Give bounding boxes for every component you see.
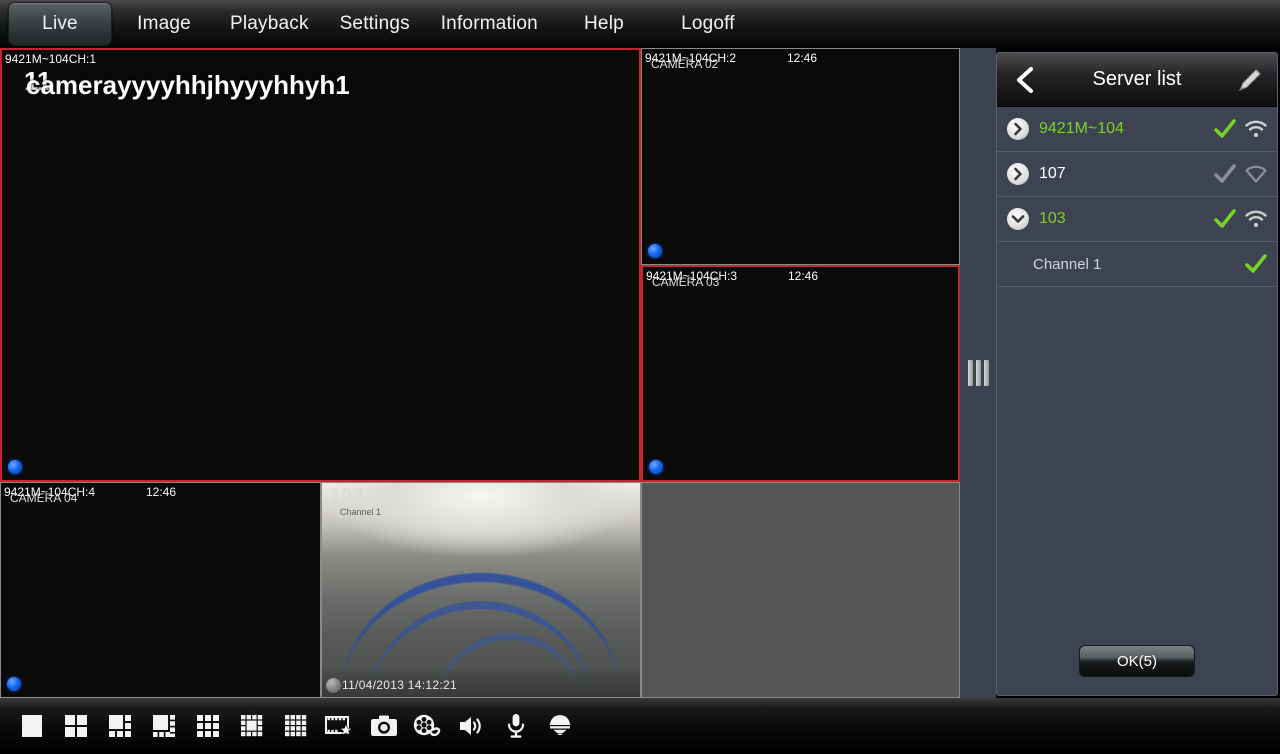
server-list-item-103-status <box>1214 209 1267 229</box>
layout-13-icon[interactable] <box>230 704 274 748</box>
wifi-icon <box>1245 120 1267 138</box>
layout-9-icon[interactable] <box>186 704 230 748</box>
tab-logoff-label: Logoff <box>681 13 735 34</box>
video-cell-channel-4[interactable]: 9421M~104CH:4 12:46 CAMERA 04 <box>0 482 321 698</box>
layout-1-icon[interactable] <box>10 704 54 748</box>
video-cell-103-timestamp: 11/04/2013 14:12:21 <box>342 678 457 692</box>
check-icon <box>1214 119 1236 138</box>
microphone-icon[interactable] <box>494 704 538 748</box>
video-cell-channel-4-time: 12:46 <box>146 485 177 499</box>
check-icon <box>1245 254 1267 273</box>
chevron-right-icon[interactable] <box>1007 163 1029 185</box>
server-list-item-9421m-104[interactable]: 9421M~104 <box>997 107 1277 152</box>
layout-4-icon[interactable] <box>54 704 98 748</box>
tab-image-label: Image <box>137 13 191 34</box>
tab-help[interactable]: Help <box>552 2 656 46</box>
wifi-offline-icon <box>1245 165 1267 183</box>
video-cell-103-channel-1[interactable]: 103 Channel 1 11/04/2013 14:12:21 <box>321 482 641 698</box>
video-cell-channel-2-time: 12:46 <box>787 51 818 65</box>
chevron-down-icon[interactable] <box>1007 208 1029 230</box>
video-cell-channel-2-status-dot <box>648 244 662 258</box>
ptz-dome-icon[interactable] <box>538 704 582 748</box>
video-cell-channel-1[interactable]: 9421M~104CH:1 11 camerayyyyhhjhyyyhhyh1 <box>0 48 641 482</box>
tab-playback-label: Playback <box>230 13 309 34</box>
server-list-item-9421m-104-status <box>1214 119 1267 139</box>
server-list-item-107[interactable]: 107 <box>997 152 1277 197</box>
server-list-item-channel-1-status <box>1245 254 1267 274</box>
video-cell-channel-3-time: 12:46 <box>788 269 819 283</box>
tab-playback[interactable]: Playback <box>216 2 323 46</box>
tab-information-label: Information <box>440 13 538 34</box>
video-cell-103-label: 103 <box>330 485 364 507</box>
tab-logoff[interactable]: Logoff <box>656 2 760 46</box>
server-list-panel: Server list 9421M~104 107 103 Channel 1 … <box>996 52 1278 696</box>
server-list-title: Server list <box>1092 68 1182 90</box>
video-cell-channel-4-status-dot <box>7 677 21 691</box>
check-icon <box>1214 209 1236 228</box>
pencil-icon[interactable] <box>1235 65 1265 95</box>
speaker-icon[interactable] <box>450 704 494 748</box>
tab-settings-label: Settings <box>339 13 410 34</box>
video-cell-channel-1-status-dot <box>8 460 22 474</box>
server-list-item-channel-1-label: Channel 1 <box>1033 255 1102 273</box>
server-list-header: Server list <box>997 53 1277 107</box>
video-cell-103-status-dot <box>326 678 341 693</box>
video-cell-channel-3[interactable]: 9421M~104CH:3 12:46 CAMERA 03 <box>641 265 960 482</box>
server-list-item-9421m-104-label: 9421M~104 <box>1039 120 1124 137</box>
tab-live[interactable]: Live <box>8 2 112 46</box>
top-navigation-bar: Live Image Playback Settings Information… <box>0 0 1280 48</box>
layout-6-icon[interactable] <box>98 704 142 748</box>
server-list-item-103[interactable]: 103 <box>997 197 1277 242</box>
film-star-icon[interactable] <box>318 704 362 748</box>
video-cell-channel-2[interactable]: 9421M~104CH:2 12:46 CAMERA 02 <box>641 48 960 265</box>
tab-information[interactable]: Information <box>427 2 552 46</box>
video-cell-channel-2-overlay: CAMERA 02 <box>651 57 719 71</box>
layout-8-icon[interactable] <box>142 704 186 748</box>
app-root: Live Image Playback Settings Information… <box>0 0 1280 754</box>
video-cell-channel-3-overlay: CAMERA 03 <box>652 275 720 289</box>
video-cell-empty[interactable] <box>641 482 960 698</box>
video-cell-channel-1-osd: 9421M~104CH:1 <box>5 52 97 66</box>
server-list-item-107-label: 107 <box>1039 165 1066 182</box>
tab-help-label: Help <box>584 13 624 34</box>
video-cell-channel-4-overlay: CAMERA 04 <box>10 491 78 505</box>
drag-handle-icon[interactable] <box>967 360 989 386</box>
tab-settings[interactable]: Settings <box>323 2 427 46</box>
video-cell-103-sub-label: Channel 1 <box>340 507 382 517</box>
video-cell-channel-1-camera-name: camerayyyyhhjhyyyhhyh1 <box>26 70 350 100</box>
bottom-toolbar <box>0 698 1280 754</box>
layout-16-icon[interactable] <box>274 704 318 748</box>
server-list-item-103-label: 103 <box>1039 210 1066 227</box>
panel-splitter[interactable] <box>960 48 996 698</box>
server-list-item-107-status <box>1214 164 1267 184</box>
ok-button[interactable]: OK(5) <box>1079 645 1195 677</box>
camera-icon[interactable] <box>362 704 406 748</box>
tab-live-label: Live <box>42 13 78 34</box>
check-icon <box>1214 164 1236 183</box>
video-grid: 9421M~104CH:1 11 camerayyyyhhjhyyyhhyh1 … <box>0 48 960 698</box>
chevron-left-icon[interactable] <box>1011 65 1037 95</box>
film-reel-icon[interactable] <box>406 704 450 748</box>
video-cell-channel-3-status-dot <box>649 460 663 474</box>
server-list-item-channel-1[interactable]: Channel 1 <box>997 242 1277 287</box>
chevron-right-icon[interactable] <box>1007 118 1029 140</box>
tab-image[interactable]: Image <box>112 2 216 46</box>
wifi-icon <box>1245 210 1267 228</box>
ok-button-label: OK(5) <box>1116 652 1157 670</box>
